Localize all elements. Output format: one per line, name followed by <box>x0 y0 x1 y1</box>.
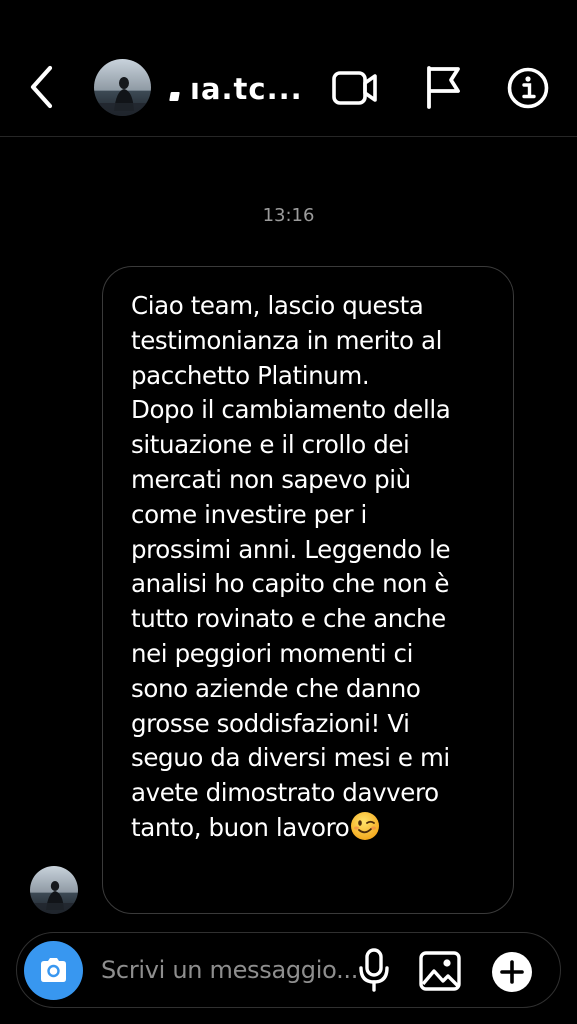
microphone-icon <box>359 948 389 992</box>
video-call-button[interactable] <box>330 66 380 110</box>
info-icon <box>507 67 549 109</box>
gallery-icon <box>419 951 461 991</box>
username[interactable]: ıa.tc... <box>190 72 303 106</box>
more-options-button[interactable] <box>491 951 533 993</box>
camera-icon <box>41 958 66 982</box>
info-button[interactable] <box>506 66 550 110</box>
camera-button[interactable] <box>24 941 83 1000</box>
voice-message-button[interactable] <box>355 947 393 993</box>
message-composer <box>16 932 561 1008</box>
chat-header: ıa.tc... <box>0 0 577 137</box>
avatar[interactable] <box>94 59 151 116</box>
sender-avatar[interactable] <box>30 866 78 914</box>
username-mark <box>169 92 180 101</box>
back-button[interactable] <box>22 62 62 112</box>
message-bubble[interactable]: Ciao team, lascio questa testimonianza i… <box>102 266 514 914</box>
message-input[interactable] <box>101 949 369 991</box>
gallery-button[interactable] <box>418 950 462 992</box>
chevron-left-icon <box>30 65 53 109</box>
winking-face-emoji <box>350 811 380 841</box>
video-camera-icon <box>332 71 377 105</box>
plus-circle-icon <box>492 952 532 992</box>
message-timestamp: 13:16 <box>262 205 315 226</box>
report-button[interactable] <box>423 64 463 110</box>
message-text: Ciao team, lascio questa testimonianza i… <box>131 291 451 842</box>
flag-icon <box>427 66 460 109</box>
